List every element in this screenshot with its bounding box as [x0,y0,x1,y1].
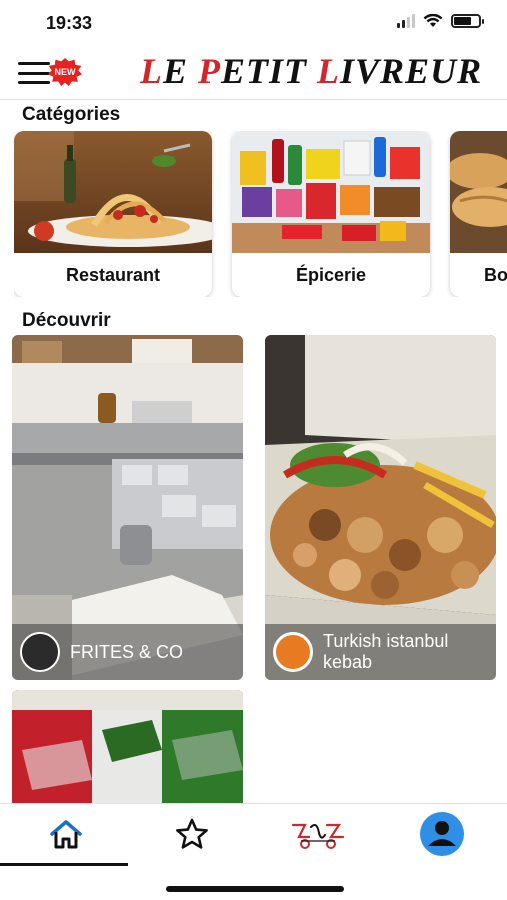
new-badge: NEW [48,58,82,86]
epicerie-image [232,131,430,253]
cellular-signal-icon [397,14,415,28]
category-label: Épicerie [295,265,367,285]
category-label: Bo [484,265,507,285]
category-card-epicerie[interactable]: Épicerie [232,131,430,297]
restaurant-name: FRITES & CO [70,641,184,662]
status-icons [397,14,484,28]
tab-delivery[interactable] [287,812,347,856]
scooter-logo-icon [291,823,345,849]
categories-title: Catégories [22,104,121,125]
category-card-boulangerie[interactable]: Bo [450,131,507,297]
tab-profile[interactable] [412,812,472,856]
restaurant-card-turkish-istanbul-kebab[interactable]: Turkish istanbul kebab [265,335,496,680]
category-label: Restaurant [65,265,161,285]
restaurant-card-drinks[interactable] [12,690,243,803]
tab-favorites[interactable] [162,812,222,856]
status-time: 19:33 [46,13,93,33]
app-logo: LE PETIT LIVREUR [140,51,483,91]
category-card-restaurant[interactable]: Restaurant [14,131,212,297]
restaurant-image [14,131,212,253]
menu-button[interactable] [18,62,50,84]
restaurant-info-bar: Turkish istanbul kebab [265,624,496,680]
active-tab-indicator [0,863,128,866]
home-icon [50,820,82,849]
wifi-icon [423,14,443,27]
discover-title: Découvrir [22,310,111,331]
restaurant-info-bar: FRITES & CO [12,624,243,680]
restaurant-name: Turkish istanbul kebab [323,631,449,672]
bottom-tab-bar [0,803,507,900]
status-bar: 19:33 [0,0,507,46]
profile-icon [420,812,464,856]
drinks-image [12,690,243,803]
frites-co-logo [20,632,60,672]
star-icon [176,818,208,849]
categories-row[interactable]: Restaurant Épicerie Bo [14,131,507,297]
home-indicator [166,886,344,892]
app-header: NEW LE PETIT LIVREUR [0,46,507,100]
turkish-kebab-logo [273,632,313,672]
tab-home[interactable] [36,812,96,856]
battery-icon [451,14,484,28]
restaurant-card-frites-co[interactable]: FRITES & CO [12,335,243,680]
boulangerie-image [450,131,507,253]
